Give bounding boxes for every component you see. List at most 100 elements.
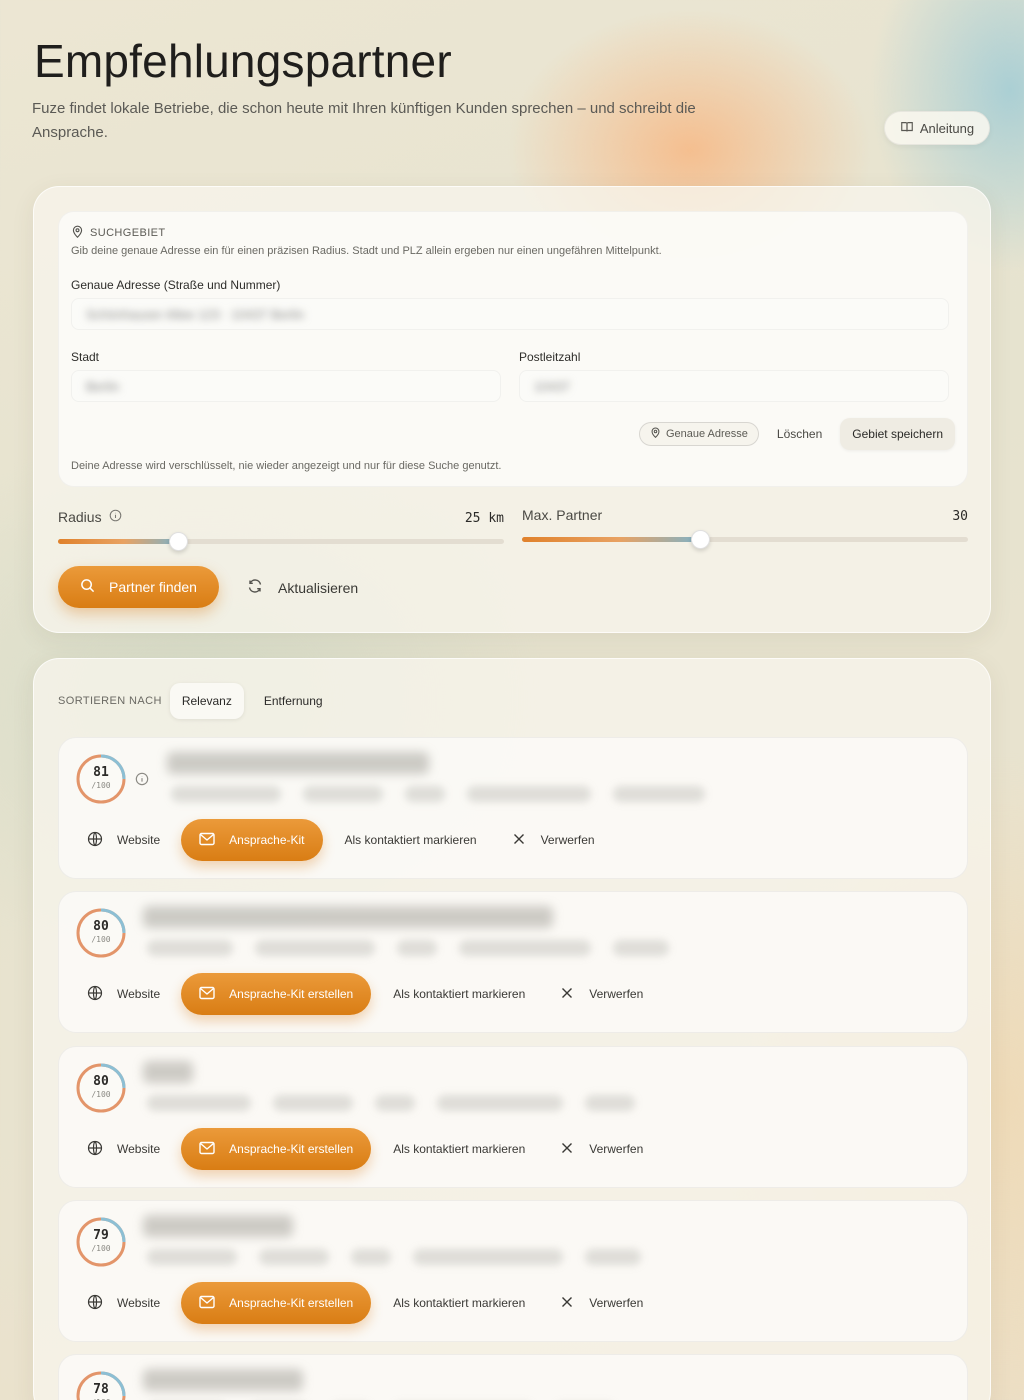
globe-icon: [87, 831, 103, 850]
discard-button[interactable]: Verwerfen: [561, 1142, 643, 1157]
max-partner-value: 30: [952, 509, 968, 524]
mark-contacted-button[interactable]: Als kontaktiert markieren: [345, 833, 477, 847]
sort-tab-relevance[interactable]: Relevanz: [169, 683, 244, 719]
partner-card-5: 78 /100 Website Ansprache-Kit erstellen …: [58, 1354, 968, 1400]
discard-button[interactable]: Verwerfen: [513, 833, 595, 848]
search-hint: Gib deine genaue Adresse ein für einen p…: [71, 245, 662, 257]
partner-tag-redacted: [171, 786, 281, 802]
partner-tag-redacted: [467, 786, 591, 802]
discard-button[interactable]: Verwerfen: [561, 987, 643, 1002]
partner-tag-redacted: [259, 1249, 329, 1265]
website-button[interactable]: Website: [87, 985, 160, 1004]
website-label: Website: [117, 833, 161, 847]
website-button[interactable]: Website: [87, 831, 160, 850]
partner-tag-redacted: [255, 940, 375, 956]
website-button[interactable]: Website: [87, 1140, 160, 1159]
clear-button[interactable]: Löschen: [777, 427, 822, 441]
address-value: Schönhauser Allee 123 · 10437 Berlin: [86, 306, 305, 322]
guide-button[interactable]: Anleitung: [884, 111, 990, 145]
max-partner-slider[interactable]: [522, 530, 968, 549]
partner-card-4: 79 /100 Website Ansprache-Kit erstellen …: [58, 1200, 968, 1342]
partner-tag-redacted: [147, 1249, 237, 1265]
area-actions: Genaue Adresse Löschen Gebiet speichern: [638, 418, 955, 450]
partner-tag-redacted: [303, 786, 383, 802]
score-ring: 81 /100: [75, 753, 127, 805]
partner-card-1: 81 /100 Website Ansprache-Kit Als kontak…: [58, 737, 968, 879]
mail-icon: [199, 1141, 215, 1158]
outreach-kit-button[interactable]: Ansprache-Kit erstellen: [181, 1282, 372, 1324]
partner-tag-redacted: [437, 1095, 563, 1111]
partner-name-redacted: [143, 1369, 303, 1391]
city-input[interactable]: Berlin: [71, 370, 501, 402]
zip-label: Postleitzahl: [519, 350, 581, 364]
close-icon: [561, 1296, 573, 1311]
partner-tag-redacted: [351, 1249, 391, 1265]
mail-icon: [199, 986, 215, 1003]
radius-slider[interactable]: [58, 532, 504, 551]
score-value: 79: [93, 1228, 109, 1243]
refresh-button[interactable]: Aktualisieren: [247, 578, 358, 597]
refresh-icon: [247, 578, 263, 597]
score-value: 80: [93, 919, 109, 934]
radius-slider-group: Radius 25 km: [58, 509, 504, 551]
mark-contacted-button[interactable]: Als kontaktiert markieren: [393, 1142, 525, 1156]
max-partner-fill: [522, 537, 701, 542]
website-label: Website: [117, 1296, 161, 1310]
discard-label: Verwerfen: [540, 833, 595, 847]
zip-input[interactable]: 10437: [519, 370, 949, 402]
search-area-card: SUCHGEBIET Gib deine genaue Adresse ein …: [58, 211, 968, 487]
max-partner-thumb[interactable]: [691, 530, 711, 549]
page: Empfehlungspartner Fuze findet lokale Be…: [0, 0, 1024, 1400]
page-title: Empfehlungspartner: [34, 35, 452, 87]
partner-tag-redacted: [147, 1095, 251, 1111]
map-pin-icon: [650, 427, 661, 441]
privacy-note: Deine Adresse wird verschlüsselt, nie wi…: [71, 460, 502, 472]
partner-name-redacted: [143, 1061, 193, 1083]
partner-name-redacted: [167, 752, 429, 774]
mail-icon: [199, 832, 215, 849]
partner-tag-redacted: [405, 786, 445, 802]
address-input[interactable]: Schönhauser Allee 123 · 10437 Berlin: [71, 298, 949, 330]
website-label: Website: [117, 987, 161, 1001]
globe-icon: [87, 985, 103, 1004]
mark-contacted-button[interactable]: Als kontaktiert markieren: [393, 1296, 525, 1310]
discard-button[interactable]: Verwerfen: [561, 1296, 643, 1311]
close-icon: [561, 987, 573, 1002]
partner-name-redacted: [143, 906, 553, 928]
exact-address-chip[interactable]: Genaue Adresse: [638, 422, 759, 446]
outreach-kit-button[interactable]: Ansprache-Kit erstellen: [181, 1128, 372, 1170]
partner-tag-redacted: [613, 940, 669, 956]
partner-card-2: 80 /100 Website Ansprache-Kit erstellen …: [58, 891, 968, 1033]
website-button[interactable]: Website: [87, 1294, 160, 1313]
discard-label: Verwerfen: [589, 1296, 644, 1310]
outreach-kit-label: Ansprache-Kit erstellen: [229, 1142, 354, 1156]
card-actions: Website Ansprache-Kit Als kontaktiert ma…: [87, 818, 595, 862]
sort-label: SORTIEREN NACH: [58, 695, 162, 707]
find-partners-label: Partner finden: [109, 579, 197, 595]
radius-thumb[interactable]: [169, 532, 189, 551]
outreach-kit-label: Ansprache-Kit erstellen: [229, 1296, 354, 1310]
partner-tag-redacted: [375, 1095, 415, 1111]
exact-address-label: Genaue Adresse: [665, 428, 748, 440]
partner-tag-redacted: [397, 940, 437, 956]
map-pin-icon: [71, 225, 84, 241]
sort-tab-distance[interactable]: Entfernung: [252, 683, 335, 719]
find-partners-button[interactable]: Partner finden: [58, 566, 219, 608]
city-value: Berlin: [86, 378, 120, 394]
score-value: 81: [93, 765, 109, 780]
discard-label: Verwerfen: [589, 1142, 644, 1156]
save-area-button[interactable]: Gebiet speichern: [840, 418, 955, 450]
info-icon[interactable]: [109, 509, 122, 525]
radius-label: Radius: [58, 509, 102, 525]
max-partner-label: Max. Partner: [522, 507, 603, 523]
radius-fill: [58, 539, 179, 544]
outreach-kit-button[interactable]: Ansprache-Kit: [181, 819, 323, 861]
outreach-kit-button[interactable]: Ansprache-Kit erstellen: [181, 973, 372, 1015]
close-icon: [513, 833, 525, 848]
info-icon[interactable]: [135, 772, 149, 791]
sort-row: SORTIEREN NACH Relevanz Entfernung: [58, 683, 335, 719]
score-ring: 78 /100: [75, 1370, 127, 1400]
globe-icon: [87, 1140, 103, 1159]
partner-tag-redacted: [585, 1249, 641, 1265]
mark-contacted-button[interactable]: Als kontaktiert markieren: [393, 987, 525, 1001]
